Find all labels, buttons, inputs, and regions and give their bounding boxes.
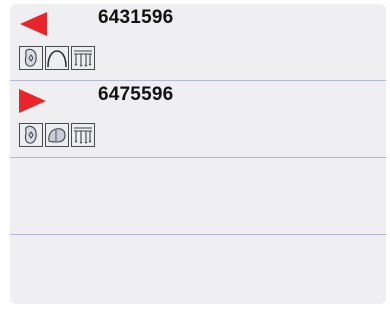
- list-item[interactable]: 6431596: [10, 4, 386, 80]
- tooth-grid-icon[interactable]: [71, 46, 95, 70]
- arch-curve-icon[interactable]: [45, 46, 69, 70]
- item-number: 6431596: [98, 7, 174, 28]
- rear-tooth-icon[interactable]: [19, 46, 43, 70]
- tooth-grid-icon[interactable]: [71, 123, 95, 147]
- left-arrow-icon[interactable]: [17, 11, 49, 37]
- rear-tooth-icon[interactable]: [19, 123, 43, 147]
- empty-list-item[interactable]: [10, 235, 386, 304]
- list-item[interactable]: 6475596: [10, 81, 386, 157]
- tooth-shape-icon[interactable]: [45, 123, 69, 147]
- empty-list-item[interactable]: [10, 158, 386, 234]
- order-list-panel: 6431596 6475596: [10, 4, 386, 304]
- item-number: 6475596: [98, 84, 174, 105]
- right-arrow-icon[interactable]: [17, 88, 49, 114]
